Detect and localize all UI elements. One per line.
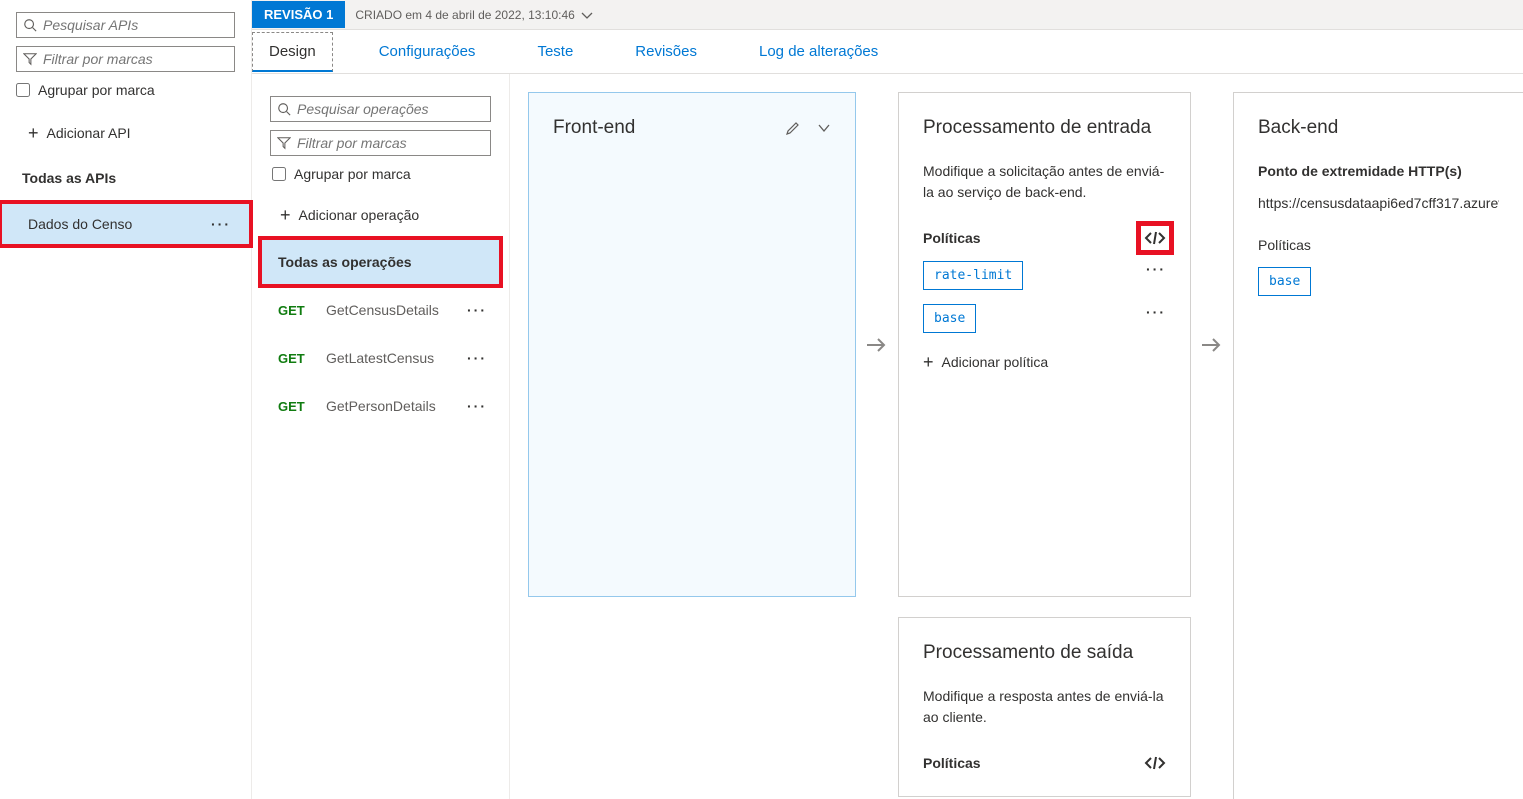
revision-created-label: CRIADO em 4 de abril de 2022, 13:10:46 <box>355 8 574 22</box>
filter-ops-box[interactable] <box>270 130 491 156</box>
revision-badge[interactable]: REVISÃO 1 <box>252 1 345 28</box>
operation-item[interactable]: GET GetCensusDetails ··· <box>260 286 501 334</box>
edit-pencil-icon[interactable] <box>785 120 801 136</box>
operation-menu-icon[interactable]: ··· <box>467 398 487 414</box>
search-apis-box[interactable] <box>16 12 235 38</box>
backend-policies-label: Políticas <box>1258 237 1499 253</box>
tab-changelog[interactable]: Log de alterações <box>743 33 894 70</box>
frontend-title: Front-end <box>553 117 635 139</box>
operation-method: GET <box>278 399 308 414</box>
all-operations-item[interactable]: Todas as operações <box>260 238 501 286</box>
plus-icon: + <box>280 206 291 224</box>
revision-bar: REVISÃO 1 CRIADO em 4 de abril de 2022, … <box>252 0 1523 30</box>
add-api-label: Adicionar API <box>47 125 131 141</box>
code-editor-icon[interactable] <box>1144 754 1166 772</box>
outbound-card: Processamento de saída Modifique a respo… <box>898 617 1191 797</box>
chevron-down-icon[interactable] <box>817 122 831 134</box>
backend-card: Back-end Ponto de extremidade HTTP(s) ht… <box>1233 92 1523 799</box>
inbound-policies-label: Políticas <box>923 230 981 246</box>
backend-endpoint-label: Ponto de extremidade HTTP(s) <box>1258 163 1499 179</box>
code-editor-icon[interactable] <box>1144 229 1166 247</box>
api-item-selected[interactable]: Dados do Censo ··· <box>0 202 251 246</box>
revision-created-text[interactable]: CRIADO em 4 de abril de 2022, 13:10:46 <box>345 8 592 22</box>
plus-icon: + <box>923 353 934 371</box>
inbound-title: Processamento de entrada <box>923 117 1166 139</box>
operation-name: GetCensusDetails <box>326 302 449 318</box>
policy-menu-icon[interactable]: ··· <box>1146 261 1166 277</box>
ops-group-by-tag-label: Agrupar por marca <box>294 166 411 182</box>
tab-revisions[interactable]: Revisões <box>619 33 713 70</box>
search-apis-input[interactable] <box>43 17 228 33</box>
api-list-sidebar: Agrupar por marca + Adicionar API Todas … <box>0 0 252 799</box>
policy-tag[interactable]: base <box>1258 267 1311 296</box>
filter-ops-input[interactable] <box>297 135 484 151</box>
operation-menu-icon[interactable]: ··· <box>467 302 487 318</box>
operation-item[interactable]: GET GetPersonDetails ··· <box>260 382 501 430</box>
add-api-button[interactable]: + Adicionar API <box>0 110 251 160</box>
operation-name: GetLatestCensus <box>326 350 449 366</box>
main-panel: REVISÃO 1 CRIADO em 4 de abril de 2022, … <box>252 0 1523 799</box>
policy-tag[interactable]: base <box>923 304 976 333</box>
outbound-policies-label: Políticas <box>923 755 981 771</box>
inbound-card: Processamento de entrada Modifique a sol… <box>898 92 1191 597</box>
design-content: Agrupar por marca + Adicionar operação T… <box>252 74 1523 799</box>
tab-test[interactable]: Teste <box>521 33 589 70</box>
group-by-tag-checkbox[interactable] <box>16 83 30 97</box>
chevron-down-icon <box>581 10 593 20</box>
add-policy-button[interactable]: + Adicionar política <box>923 353 1166 371</box>
operation-name: GetPersonDetails <box>326 398 449 414</box>
arrow-right-icon <box>1201 335 1223 355</box>
arrow-column <box>864 92 890 597</box>
tab-bar: Design Configurações Teste Revisões Log … <box>252 30 1523 74</box>
filter-apis-box[interactable] <box>16 46 235 72</box>
outbound-desc: Modifique a resposta antes de enviá-la a… <box>923 686 1166 728</box>
add-policy-label: Adicionar política <box>942 354 1049 370</box>
search-ops-box[interactable] <box>270 96 491 122</box>
api-item-label: Dados do Censo <box>28 216 132 232</box>
operation-menu-icon[interactable]: ··· <box>467 350 487 366</box>
arrow-column <box>1199 92 1225 597</box>
filter-apis-input[interactable] <box>43 51 228 67</box>
ops-group-by-tag-row: Agrupar por marca <box>260 160 501 192</box>
search-ops-input[interactable] <box>297 101 484 117</box>
all-apis-header[interactable]: Todas as APIs <box>0 160 251 202</box>
backend-endpoint-url: https://censusdataapi6ed7cff317.azurev <box>1258 195 1499 211</box>
outbound-title: Processamento de saída <box>923 642 1166 664</box>
add-operation-button[interactable]: + Adicionar operação <box>260 192 501 238</box>
operation-method: GET <box>278 351 308 366</box>
frontend-card: Front-end <box>528 92 856 597</box>
operation-method: GET <box>278 303 308 318</box>
tab-settings[interactable]: Configurações <box>363 33 492 70</box>
policy-menu-icon[interactable]: ··· <box>1146 304 1166 320</box>
processing-column: Processamento de entrada Modifique a sol… <box>898 92 1191 797</box>
arrow-right-icon <box>866 335 888 355</box>
ops-group-by-tag-checkbox[interactable] <box>272 167 286 181</box>
operations-panel: Agrupar por marca + Adicionar operação T… <box>252 74 510 799</box>
filter-icon <box>277 136 291 150</box>
pipeline-cards: Front-end <box>510 74 1523 799</box>
plus-icon: + <box>28 124 39 142</box>
api-item-menu-icon[interactable]: ··· <box>211 216 231 232</box>
filter-icon <box>23 52 37 66</box>
add-operation-label: Adicionar operação <box>299 207 420 223</box>
tab-design[interactable]: Design <box>252 32 333 72</box>
backend-title: Back-end <box>1258 117 1499 139</box>
search-icon <box>277 102 291 116</box>
search-icon <box>23 18 37 32</box>
policy-tag[interactable]: rate-limit <box>923 261 1023 290</box>
group-by-tag-label: Agrupar por marca <box>38 82 155 98</box>
operation-item[interactable]: GET GetLatestCensus ··· <box>260 334 501 382</box>
inbound-desc: Modifique a solicitação antes de enviá-l… <box>923 161 1166 203</box>
group-by-tag-row: Agrupar por marca <box>0 76 251 110</box>
